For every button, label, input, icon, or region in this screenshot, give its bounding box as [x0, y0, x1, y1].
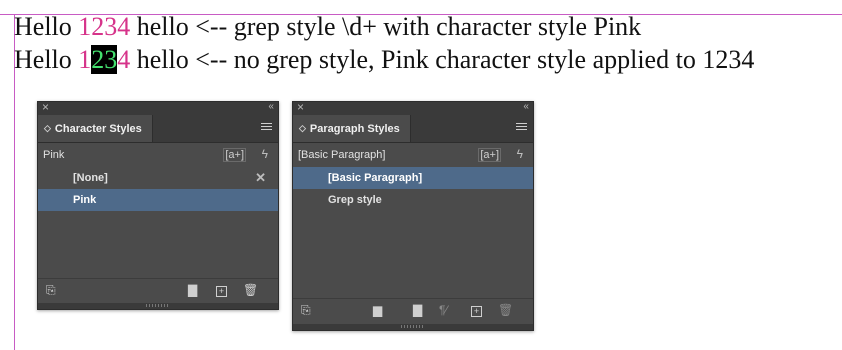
- panel-footer: ⎘ ▇ + 🗑: [38, 278, 278, 303]
- panel-menu-icon[interactable]: [516, 123, 527, 132]
- folder-icon[interactable]: ▇: [188, 284, 197, 296]
- line1-suffix: hello <-- grep style \d+ with character …: [130, 12, 642, 41]
- current-style-row: [Basic Paragraph] [a+] ϟ: [293, 143, 533, 167]
- style-item-label: [Basic Paragraph]: [328, 172, 423, 184]
- panel-header: × ‹‹: [293, 100, 533, 115]
- line2-prefix: Hello: [14, 45, 79, 74]
- line2-digit-a: 1: [78, 45, 92, 74]
- new-from-selection-icon[interactable]: [a+]: [223, 148, 246, 162]
- resize-grip[interactable]: [38, 303, 278, 309]
- new-from-selection-icon[interactable]: [a+]: [478, 148, 501, 162]
- panel-tab-bar: ◇ Character Styles: [38, 115, 278, 143]
- panel-header: × ‹‹: [38, 100, 278, 115]
- current-style-label: [Basic Paragraph]: [298, 149, 386, 161]
- close-icon[interactable]: ×: [42, 100, 49, 114]
- close-icon[interactable]: ×: [297, 100, 304, 114]
- tab-paragraph-styles[interactable]: ◇ Paragraph Styles: [293, 115, 411, 142]
- load-styles-icon[interactable]: ⎘: [46, 284, 56, 296]
- line1-prefix: Hello: [14, 12, 79, 41]
- tab-character-styles[interactable]: ◇ Character Styles: [38, 115, 153, 142]
- style-item-label: Pink: [73, 194, 97, 206]
- style-item-grep-style[interactable]: Grep style: [293, 189, 533, 211]
- updown-icon: ◇: [299, 123, 306, 133]
- collapse-icon[interactable]: ‹‹: [523, 101, 529, 112]
- folder-load-icon[interactable]: ▆: [373, 304, 382, 316]
- current-style-label: Pink: [43, 149, 65, 161]
- tab-label: Paragraph Styles: [309, 122, 400, 135]
- no-override-icon: ✕: [255, 170, 266, 185]
- text-selection[interactable]: 23: [91, 45, 118, 74]
- text-line-grep[interactable]: Hello 1234 hello <-- grep style \d+ with…: [14, 12, 641, 42]
- resize-grip[interactable]: [293, 324, 533, 330]
- lightning-icon[interactable]: ϟ: [262, 147, 268, 161]
- panel-footer: ⎘ ▆ ▇ ¶⁄ + 🗑: [293, 298, 533, 323]
- style-item-label: [None]: [73, 172, 108, 184]
- style-item-label: Grep style: [328, 194, 382, 206]
- text-line-character-style[interactable]: Hello 1234 hello <-- no grep style, Pink…: [14, 45, 754, 75]
- style-item-basic-paragraph[interactable]: [Basic Paragraph]: [293, 167, 533, 189]
- load-styles-icon[interactable]: ⎘: [301, 304, 311, 316]
- line2-suffix: hello <-- no grep style, Pink character …: [130, 45, 755, 74]
- new-style-icon[interactable]: +: [216, 284, 227, 297]
- trash-icon[interactable]: 🗑: [243, 284, 258, 296]
- character-styles-panel: × ‹‹ ◇ Character Styles Pink [a+] ϟ [Non…: [37, 100, 279, 310]
- current-style-row: Pink [a+] ϟ: [38, 143, 278, 167]
- collapse-icon[interactable]: ‹‹: [268, 101, 274, 112]
- line1-digits: 1234: [78, 12, 131, 41]
- updown-icon: ◇: [44, 123, 51, 133]
- lightning-icon[interactable]: ϟ: [517, 147, 523, 161]
- style-item-none[interactable]: [None] ✕: [38, 167, 278, 189]
- clear-overrides-icon[interactable]: ¶⁄: [439, 304, 447, 316]
- line2-digit-b: 4: [117, 45, 131, 74]
- paragraph-styles-panel: × ‹‹ ◇ Paragraph Styles [Basic Paragraph…: [292, 100, 534, 331]
- panel-tab-bar: ◇ Paragraph Styles: [293, 115, 533, 143]
- folder-icon[interactable]: ▇: [413, 304, 422, 316]
- panel-menu-icon[interactable]: [261, 123, 272, 132]
- style-item-pink[interactable]: Pink: [38, 189, 278, 211]
- new-style-icon[interactable]: +: [471, 304, 482, 317]
- tab-label: Character Styles: [54, 122, 142, 135]
- trash-icon[interactable]: 🗑: [498, 304, 513, 316]
